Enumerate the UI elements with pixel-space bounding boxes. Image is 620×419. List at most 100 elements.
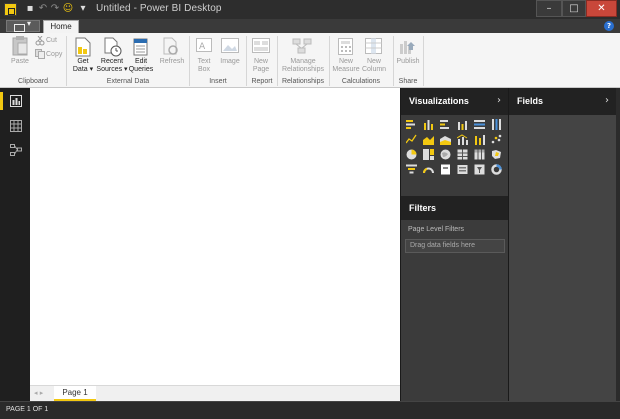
data-view-icon[interactable] xyxy=(10,120,22,132)
multi-row-card-icon[interactable] xyxy=(457,164,468,175)
new-page-button[interactable]: New Page xyxy=(249,58,273,74)
new-column-icon xyxy=(365,38,382,54)
copy-button[interactable]: Copy xyxy=(46,51,62,59)
svg-text:A: A xyxy=(199,42,206,52)
filters-title: Filters xyxy=(409,203,437,213)
funnel-icon[interactable] xyxy=(406,164,417,175)
status-bar: PAGE 1 OF 1 xyxy=(0,401,620,419)
share-group-label: Share xyxy=(398,78,418,85)
new-measure-button[interactable]: New Measure xyxy=(332,58,360,74)
gauge-icon[interactable] xyxy=(423,164,434,175)
page-tabs-bar: ◂ ▸ Page 1 xyxy=(30,385,400,401)
fields-title: Fields xyxy=(517,96,544,106)
line-and-column-chart-icon[interactable] xyxy=(457,134,468,145)
recent-sources-icon xyxy=(104,37,122,57)
external-data-group-label: External Data xyxy=(106,78,150,85)
area-chart-icon[interactable] xyxy=(423,134,434,145)
new-measure-icon xyxy=(338,38,353,55)
help-icon[interactable]: ? xyxy=(604,21,614,31)
publish-button[interactable]: Publish xyxy=(394,58,422,66)
image-button[interactable]: Image xyxy=(217,58,243,66)
edit-queries-icon xyxy=(133,38,148,56)
clustered-column-chart-icon[interactable] xyxy=(457,119,468,130)
relationships-view-icon[interactable] xyxy=(10,144,22,156)
calculations-group-label: Calculations xyxy=(341,78,381,85)
clipboard-group-label: Clipboard xyxy=(18,78,48,85)
filled-map-icon[interactable] xyxy=(491,149,502,160)
maximize-button[interactable]: □ xyxy=(562,0,586,17)
get-data-button[interactable]: Get Data ▾ xyxy=(70,58,96,74)
chevron-right-icon[interactable]: › xyxy=(497,95,501,106)
powerbi-logo-icon xyxy=(4,3,17,16)
card-icon[interactable] xyxy=(440,164,451,175)
page-count-status: PAGE 1 OF 1 xyxy=(6,406,49,413)
filters-header: Filters xyxy=(401,196,508,220)
save-icon[interactable]: ▪ xyxy=(24,3,36,15)
donut-chart-icon[interactable] xyxy=(491,164,502,175)
100-percent-column-chart-icon[interactable] xyxy=(491,119,502,130)
scatter-chart-icon[interactable] xyxy=(491,134,502,145)
tab-home[interactable]: Home xyxy=(43,20,79,34)
cut-icon xyxy=(35,36,45,46)
slicer-icon[interactable] xyxy=(474,164,485,175)
line-chart-icon[interactable] xyxy=(406,134,417,145)
page-nav-arrows-icon[interactable]: ◂ ▸ xyxy=(34,389,43,397)
close-button[interactable]: ✕ xyxy=(586,0,617,17)
matrix-icon[interactable] xyxy=(474,149,485,160)
image-icon xyxy=(221,38,239,53)
insert-group-label: Insert xyxy=(209,78,227,85)
app-window: ▪ ↶ ↷ ☺ ▾ Untitled - Power BI Desktop – … xyxy=(0,0,620,419)
pie-chart-icon[interactable] xyxy=(406,149,417,160)
recent-sources-button[interactable]: Recent Sources ▾ xyxy=(96,58,128,74)
relationships-group-label: Relationships xyxy=(281,78,325,85)
copy-icon xyxy=(35,49,45,59)
visualizations-title: Visualizations xyxy=(409,96,469,106)
visualizations-header: Visualizations › xyxy=(401,88,508,115)
refresh-button[interactable]: Refresh xyxy=(157,58,187,66)
report-canvas[interactable] xyxy=(30,88,400,385)
treemap-icon[interactable] xyxy=(423,149,434,160)
manage-relationships-icon xyxy=(292,38,312,54)
undo-icon[interactable]: ↶ xyxy=(37,3,49,15)
cut-button[interactable]: Cut xyxy=(46,37,57,45)
clustered-bar-chart-icon[interactable] xyxy=(440,119,451,130)
text-box-icon: A xyxy=(196,38,212,52)
publish-icon xyxy=(400,41,415,54)
page-tab-1[interactable]: Page 1 xyxy=(54,386,96,401)
filter-drop-zone[interactable]: Drag data fields here xyxy=(405,239,505,253)
map-icon[interactable] xyxy=(440,149,451,160)
stacked-column-chart-icon[interactable] xyxy=(423,119,434,130)
active-view-indicator xyxy=(0,92,3,110)
fields-header: Fields › xyxy=(509,88,616,115)
paste-button[interactable]: Paste xyxy=(8,58,32,66)
file-menu-button[interactable] xyxy=(6,19,40,32)
stacked-bar-chart-icon[interactable] xyxy=(406,119,417,130)
edit-queries-button[interactable]: Edit Queries xyxy=(127,58,155,74)
ribbon-tab-strip: Home ? xyxy=(0,19,620,34)
smile-feedback-icon[interactable]: ☺ xyxy=(62,3,74,15)
100-percent-bar-chart-icon[interactable] xyxy=(474,119,485,130)
window-title: Untitled - Power BI Desktop xyxy=(96,3,222,14)
new-column-button[interactable]: New Column xyxy=(360,58,388,74)
customize-toolbar-icon[interactable]: ▾ xyxy=(77,3,89,15)
page-level-filters-label: Page Level Filters xyxy=(408,226,465,233)
text-box-button[interactable]: Text Box xyxy=(192,58,216,74)
get-data-icon xyxy=(75,37,91,57)
ribbon-home: Paste Cut Copy Clipboard Get Data ▾ Rece… xyxy=(0,33,620,88)
window-border xyxy=(616,88,620,401)
chevron-right-icon[interactable]: › xyxy=(605,95,609,106)
view-switcher-rail xyxy=(0,88,30,401)
report-view-icon[interactable] xyxy=(10,95,22,107)
separator xyxy=(66,36,67,86)
new-page-icon xyxy=(252,38,270,53)
stacked-area-chart-icon[interactable] xyxy=(440,134,451,145)
fields-pane: Fields › xyxy=(508,88,616,401)
separator xyxy=(329,36,330,86)
table-icon[interactable] xyxy=(457,149,468,160)
redo-icon[interactable]: ↷ xyxy=(49,3,61,15)
visualizations-pane: Visualizations › Filters Page Level Filt… xyxy=(400,88,508,401)
paste-icon xyxy=(12,36,28,56)
manage-relationships-button[interactable]: Manage Relationships xyxy=(279,58,327,74)
minimize-button[interactable]: – xyxy=(536,0,562,17)
ribbon-chart-icon[interactable] xyxy=(474,134,485,145)
